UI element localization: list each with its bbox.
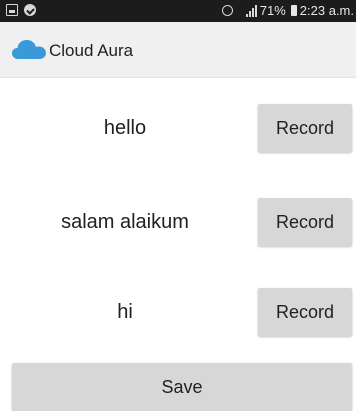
status-bar-left — [6, 4, 36, 16]
record-button-2[interactable]: Record — [258, 198, 352, 246]
status-time: 2:23 a.m. — [299, 3, 354, 18]
alarm-icon — [221, 5, 233, 16]
app-bar: Cloud Aura — [0, 22, 356, 78]
signal-icon — [245, 4, 257, 17]
gallery-icon — [6, 4, 18, 16]
check-circle-icon — [24, 4, 36, 16]
record-button-1[interactable]: Record — [258, 104, 352, 152]
cloud-icon — [12, 40, 46, 59]
status-bar: 71% 2:23 a.m. — [0, 0, 356, 22]
phrase-text-1: hello — [103, 117, 147, 139]
battery-icon — [290, 5, 297, 16]
app-title: Cloud Aura — [49, 41, 134, 60]
phrase-text-2: salam alaikum — [61, 211, 189, 233]
phrase-text-3: hi — [117, 301, 133, 323]
battery-percentage: 71% — [259, 3, 286, 18]
status-bar-right: 71% 2:23 a.m. — [221, 3, 354, 18]
save-button[interactable]: Save — [12, 363, 352, 411]
record-button-3[interactable]: Record — [258, 288, 352, 336]
